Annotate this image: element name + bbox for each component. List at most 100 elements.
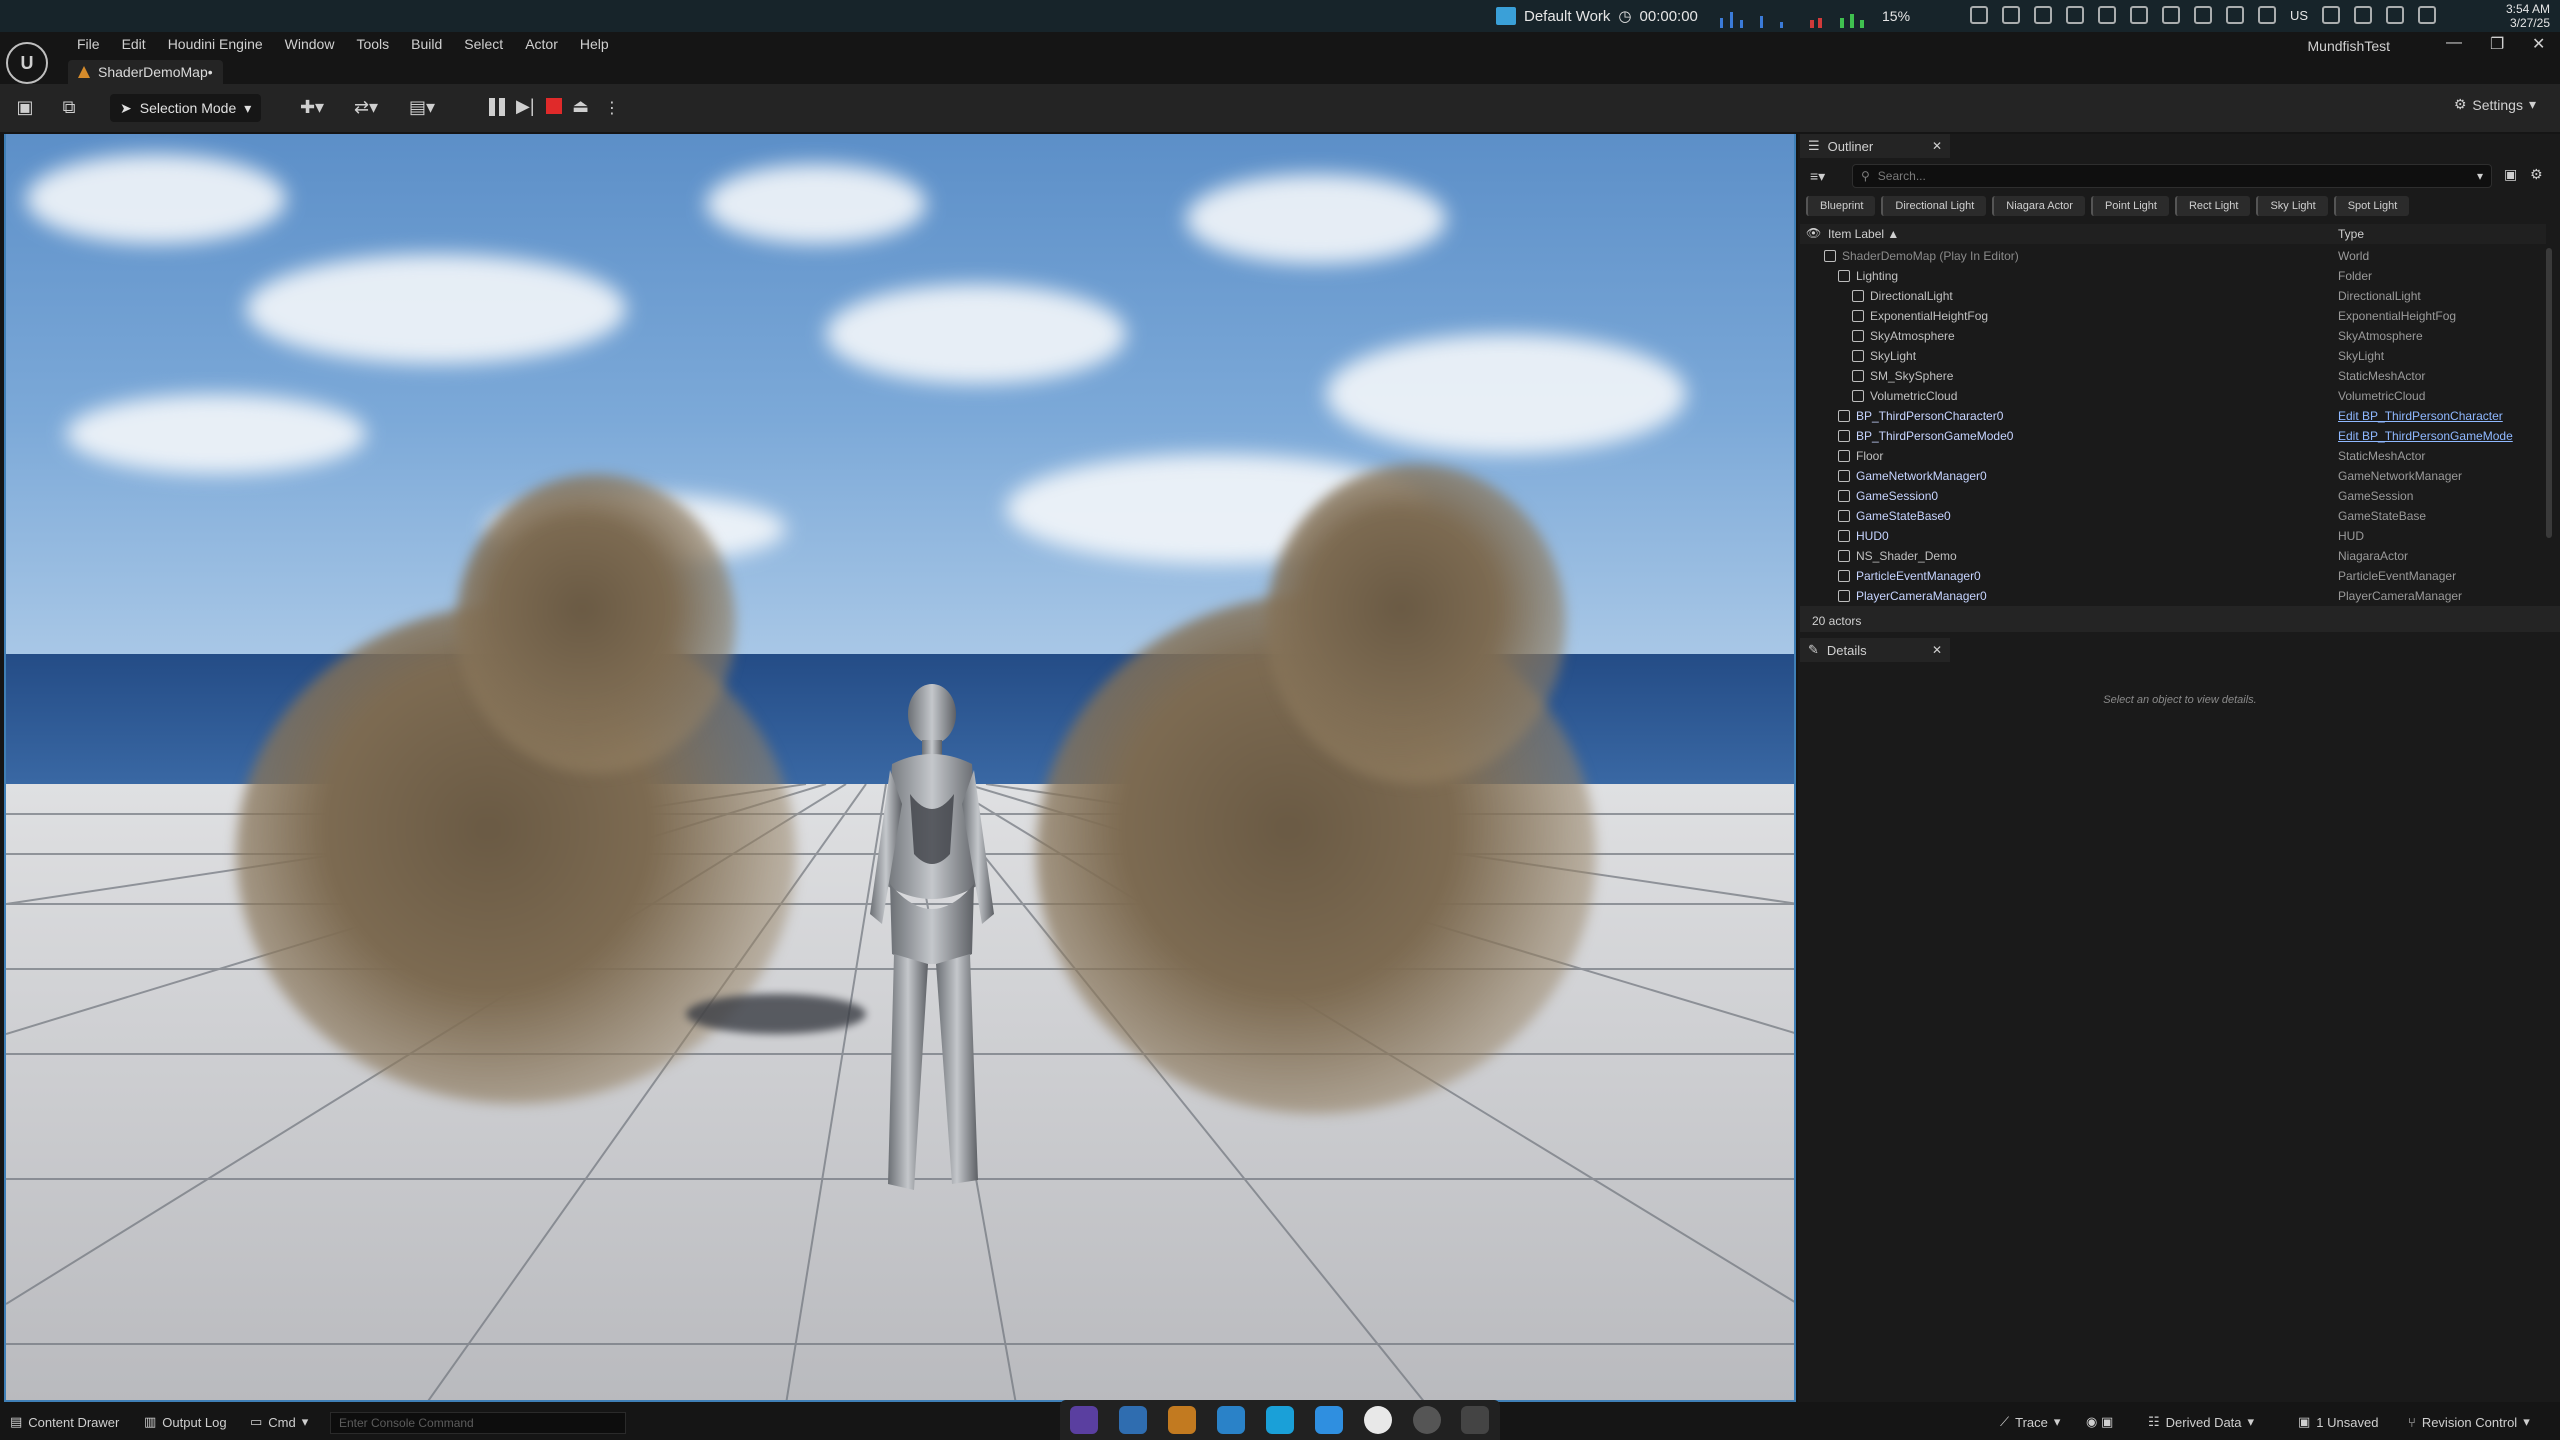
outliner-item-type[interactable]: Edit BP_ThirdPersonCharacter [2338,409,2503,423]
workspace-indicator[interactable]: Default Work ◷ 00:00:00 [1496,4,1698,28]
tray-icon[interactable] [2130,6,2148,24]
taskbar-app-icon[interactable] [1168,1406,1197,1434]
menu-tools[interactable]: Tools [345,34,400,54]
taskbar-app-icon[interactable] [1217,1406,1246,1434]
restore-icon[interactable]: ❐ [2490,34,2504,54]
outliner-row[interactable]: GameStateBase0 GameStateBase [1800,506,2546,526]
outliner-row[interactable]: SkyAtmosphere SkyAtmosphere [1800,326,2546,346]
close-tab-icon[interactable]: ✕ [1932,643,1942,657]
outliner-row[interactable]: ShaderDemoMap (Play In Editor) World [1800,246,2546,266]
cmd-dropdown[interactable]: ▭ Cmd ▾ [250,1414,308,1430]
eye-icon[interactable]: 👁 [1806,226,1821,240]
filter-niagara-actor[interactable]: Niagara Actor [1992,196,2085,216]
outliner-item-type[interactable]: Edit BP_ThirdPersonGameMode [2338,429,2513,443]
level-document-tab[interactable]: ShaderDemoMap• [68,60,223,84]
menu-build[interactable]: Build [400,34,453,54]
tray-icon[interactable] [2098,6,2116,24]
unsaved-button[interactable]: ▣ 1 Unsaved [2298,1414,2378,1430]
type-column[interactable]: Type [2338,227,2364,241]
add-actor-icon[interactable]: ✚▾ [292,94,332,120]
output-log-button[interactable]: ▥ Output Log [144,1414,227,1430]
add-folder-icon[interactable]: ▣ [2504,166,2517,183]
filter-blueprint[interactable]: Blueprint [1806,196,1876,216]
step-frame-button[interactable]: ▶| [516,96,538,118]
filter-rect-light[interactable]: Rect Light [2174,196,2251,216]
tray-icon[interactable] [2418,6,2437,24]
outliner-row[interactable]: SM_SkySphere StaticMeshActor [1800,366,2546,386]
outliner-row[interactable]: GameSession0 GameSession [1800,486,2546,506]
item-label-column[interactable]: Item Label ▲ [1800,227,2338,241]
pause-button[interactable] [486,96,508,118]
tray-icon[interactable] [2162,6,2180,24]
details-tab[interactable]: ✎ Details ✕ [1800,638,1950,662]
chevron-down-icon[interactable]: ▾ [2477,169,2483,183]
settings-button[interactable]: ⚙ Settings ▾ [2454,96,2536,113]
tray-icon[interactable] [2322,6,2341,24]
cinematics-icon[interactable]: ▤▾ [402,94,442,120]
save-icon[interactable]: ▣ [12,94,38,120]
system-clock[interactable]: 3:54 AM 3/27/25 [2506,2,2550,30]
unreal-logo-icon[interactable]: U [6,42,48,84]
close-icon[interactable]: ✕ [2532,34,2545,54]
menu-houdini-engine[interactable]: Houdini Engine [157,34,274,54]
tray-icon[interactable] [2194,6,2212,24]
outliner-row[interactable]: ExponentialHeightFog ExponentialHeightFog [1800,306,2546,326]
taskbar-folder-icon[interactable] [1314,1406,1343,1434]
tray-icon[interactable] [2386,6,2405,24]
trace-dropdown[interactable]: ⟋ Trace ▾ [2000,1414,2060,1430]
selection-mode-dropdown[interactable]: ➤ Selection Mode ▾ [110,94,262,122]
eject-button[interactable]: ⏏ [572,96,594,118]
outliner-row[interactable]: GameNetworkManager0 GameNetworkManager [1800,466,2546,486]
revision-control-dropdown[interactable]: ⑂ Revision Control ▾ [2408,1414,2530,1430]
tray-icon[interactable] [2034,6,2052,24]
menu-help[interactable]: Help [569,34,620,54]
status-icons[interactable]: ◉ ▣ [2086,1414,2113,1430]
menu-window[interactable]: Window [274,34,346,54]
gear-icon[interactable]: ⚙ [2530,166,2543,183]
close-tab-icon[interactable]: ✕ [1932,139,1942,153]
outliner-row[interactable]: PlayerCameraManager0 PlayerCameraManager [1800,586,2546,606]
taskbar-app-icon[interactable] [1265,1406,1294,1434]
outliner-row[interactable]: HUD0 HUD [1800,526,2546,546]
filter-directional-light[interactable]: Directional Light [1881,196,1987,216]
outliner-row[interactable]: ParticleEventManager0 ParticleEventManage… [1800,566,2546,586]
stop-button[interactable] [546,98,562,114]
taskbar-unreal-icon[interactable] [1363,1406,1392,1434]
taskbar-app-icon[interactable] [1461,1406,1490,1434]
outliner-row[interactable]: BP_ThirdPersonCharacter0 Edit BP_ThirdPer… [1800,406,2546,426]
filter-point-light[interactable]: Point Light [2090,196,2169,216]
filter-spot-light[interactable]: Spot Light [2333,196,2410,216]
tray-icon[interactable] [2066,6,2084,24]
outliner-row[interactable]: VolumetricCloud VolumetricCloud [1800,386,2546,406]
filter-sky-light[interactable]: Sky Light [2256,196,2328,216]
outliner-row[interactable]: BP_ThirdPersonGameMode0 Edit BP_ThirdPers… [1800,426,2546,446]
keyboard-layout[interactable]: US [2290,8,2308,23]
outliner-tab[interactable]: ☰ Outliner ✕ [1800,134,1950,158]
minimize-icon[interactable]: — [2446,34,2462,52]
menu-file[interactable]: File [66,34,111,54]
browse-icon[interactable]: ⧉ [56,94,82,120]
content-drawer-button[interactable]: ▤ Content Drawer [10,1414,119,1430]
outliner-row[interactable]: DirectionalLight DirectionalLight [1800,286,2546,306]
filter-icon[interactable]: ≡▾ [1810,168,1825,185]
taskbar-app-icon[interactable] [1119,1406,1148,1434]
tray-icon[interactable] [2002,6,2020,24]
tray-icon[interactable] [2258,6,2276,24]
tray-icon[interactable] [2354,6,2373,24]
outliner-row[interactable]: NS_Shader_Demo NiagaraActor [1800,546,2546,566]
console-command-input[interactable]: Enter Console Command [330,1412,626,1434]
taskbar-app-icon[interactable] [1412,1406,1441,1434]
menu-select[interactable]: Select [453,34,514,54]
level-viewport[interactable] [4,134,1796,1402]
taskbar-app-icon[interactable] [1070,1406,1099,1434]
menu-actor[interactable]: Actor [514,34,569,54]
tray-icon[interactable] [2226,6,2244,24]
outliner-row[interactable]: Lighting Folder [1800,266,2546,286]
tray-icon[interactable] [1970,6,1988,24]
outliner-row[interactable]: SkyLight SkyLight [1800,346,2546,366]
derived-data-dropdown[interactable]: ☷ Derived Data ▾ [2148,1414,2254,1430]
outliner-row[interactable]: Floor StaticMeshActor [1800,446,2546,466]
menu-edit[interactable]: Edit [111,34,157,54]
blueprint-icon[interactable]: ⇄▾ [346,94,386,120]
outliner-scrollbar[interactable] [2546,248,2552,538]
